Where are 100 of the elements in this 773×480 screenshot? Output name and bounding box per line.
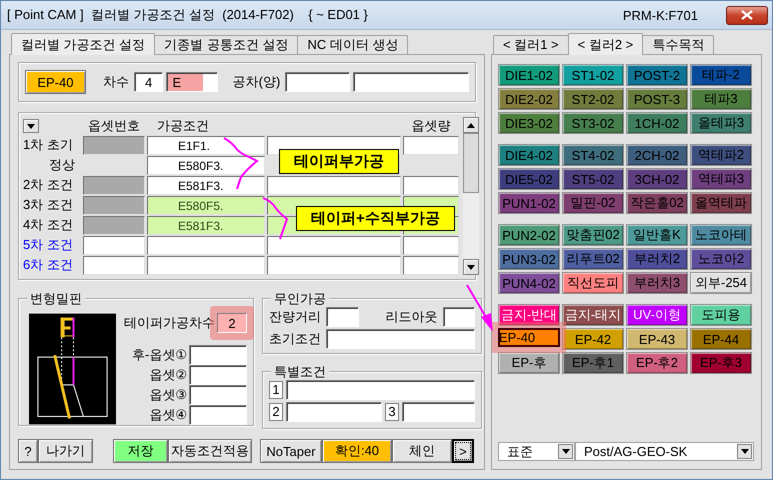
table-cell[interactable]: E580F5. (147, 196, 265, 214)
table-cell[interactable] (403, 136, 459, 154)
color-button[interactable]: DIE1-02 (498, 64, 560, 86)
button[interactable]: NoTaper (260, 439, 322, 463)
color-button[interactable]: ST3-02 (562, 112, 624, 134)
input-field[interactable] (326, 328, 475, 348)
button[interactable]: 자동조건적용 (168, 439, 252, 463)
color-button[interactable]: ST4-02 (562, 144, 624, 166)
color-button[interactable]: 도피용 (690, 304, 752, 326)
tab[interactable]: 컬러별 가공조건 설정 (11, 33, 156, 55)
group-title: 변형밀핀 (27, 290, 85, 308)
table-cell[interactable] (83, 216, 145, 234)
color-button[interactable]: EP-40 (25, 70, 86, 94)
color-button[interactable]: 부러치3 (626, 272, 688, 294)
color-button[interactable]: 1CH-02 (626, 112, 688, 134)
collapse-button[interactable] (23, 119, 39, 133)
color-button[interactable]: 맞춤핀02 (562, 224, 624, 246)
dropdown[interactable]: 표준 (498, 442, 575, 461)
scroll-up-button[interactable] (463, 117, 479, 133)
tab[interactable]: < 컬러2 > (568, 33, 644, 55)
color-button[interactable]: 금지-반대 (498, 304, 560, 326)
color-button[interactable]: EP-44 (690, 328, 752, 350)
color-button[interactable]: 외부-254 (690, 272, 752, 294)
button[interactable]: 나가기 (38, 439, 93, 463)
input-field[interactable] (286, 380, 475, 400)
tab[interactable]: 특수목적 (642, 35, 714, 54)
color-button[interactable]: 올테파3 (690, 112, 752, 134)
color-button[interactable]: EP-42 (562, 328, 624, 350)
dropdown[interactable]: Post/AG-GEO-SK (575, 442, 754, 461)
color-button[interactable]: 금지-태지 (562, 304, 624, 326)
input-field[interactable]: E (166, 72, 218, 92)
table-cell[interactable]: E1F1. (147, 136, 265, 154)
color-button[interactable]: PUN3-02 (498, 248, 560, 270)
close-button[interactable] (726, 6, 768, 24)
color-button[interactable]: UV-이형 (626, 304, 688, 326)
row-label: 5차 조건 (23, 236, 73, 254)
table-cell[interactable] (83, 256, 145, 274)
table-cell[interactable] (83, 176, 145, 194)
button[interactable]: > (452, 439, 474, 463)
scrollbar-track[interactable] (463, 117, 479, 275)
color-button[interactable]: 직선도피 (562, 272, 624, 294)
color-button[interactable]: EP-40 (498, 328, 560, 347)
tab[interactable]: 기종별 공통조건 설정 (154, 35, 298, 54)
table-cell[interactable] (267, 256, 401, 274)
color-button[interactable]: 테파3 (690, 88, 752, 110)
table-cell[interactable] (267, 236, 401, 254)
input-field[interactable] (326, 306, 358, 326)
color-button[interactable]: 노코아테 (690, 224, 752, 246)
button[interactable]: 확인:40 (322, 439, 392, 463)
tab[interactable]: < 컬러1 > (493, 35, 569, 54)
table-cell[interactable] (147, 236, 265, 254)
color-button[interactable]: ST1-02 (562, 64, 624, 86)
input-field[interactable] (189, 405, 247, 425)
input-field[interactable] (442, 306, 475, 326)
table-cell[interactable]: E581F3. (147, 216, 265, 234)
table-cell[interactable] (403, 176, 459, 194)
input-field[interactable]: 4 (134, 72, 164, 92)
color-button[interactable]: EP-43 (626, 328, 688, 350)
scroll-down-button[interactable] (463, 259, 479, 275)
arrow (466, 284, 493, 332)
table-cell[interactable]: E580F3. (147, 156, 265, 174)
table-cell[interactable] (83, 236, 145, 254)
leader-line (224, 137, 258, 190)
table-cell[interactable] (83, 196, 145, 214)
input-field[interactable] (189, 365, 247, 385)
color-button[interactable]: DIE4-02 (498, 144, 560, 166)
table-cell[interactable] (403, 256, 459, 274)
group-title: 특별조건 (271, 363, 329, 381)
color-button[interactable]: 일반홀K (626, 224, 688, 246)
color-button[interactable]: ST2-02 (562, 88, 624, 110)
table-cell[interactable] (267, 176, 401, 194)
table-cell[interactable] (147, 256, 265, 274)
color-button[interactable]: DIE2-02 (498, 88, 560, 110)
button[interactable]: 저장 (113, 439, 168, 463)
input-field[interactable] (353, 72, 469, 92)
tab[interactable]: NC 데이터 생성 (297, 35, 408, 54)
color-button[interactable]: EP-후1 (562, 352, 624, 374)
color-button[interactable]: EP-후 (498, 352, 560, 374)
input-field[interactable] (286, 402, 382, 422)
color-button[interactable]: 리푸트02 (562, 248, 624, 270)
button[interactable]: ? (18, 439, 38, 463)
button[interactable]: 체인 (392, 439, 452, 463)
table-cell[interactable] (403, 236, 459, 254)
input-field[interactable]: 2 (217, 313, 247, 333)
color-button[interactable]: POST-2 (626, 64, 688, 86)
color-button[interactable]: PUN4-02 (498, 272, 560, 294)
scrollbar-thumb[interactable] (463, 133, 479, 193)
color-button[interactable]: EP-후2 (626, 352, 688, 374)
color-button[interactable]: 2CH-02 (626, 144, 688, 166)
input-field[interactable] (189, 385, 247, 405)
color-button[interactable]: POST-3 (626, 88, 688, 110)
column-header: 가공조건 (156, 117, 210, 135)
input-field[interactable] (189, 345, 247, 365)
table-cell[interactable]: E581F3. (147, 176, 265, 194)
table-cell[interactable] (83, 136, 145, 154)
input-field[interactable] (402, 402, 475, 422)
color-button[interactable]: DIE3-02 (498, 112, 560, 134)
input-field[interactable] (285, 72, 350, 92)
caret-icon (740, 449, 748, 454)
color-button[interactable]: PUN2-02 (498, 224, 560, 246)
